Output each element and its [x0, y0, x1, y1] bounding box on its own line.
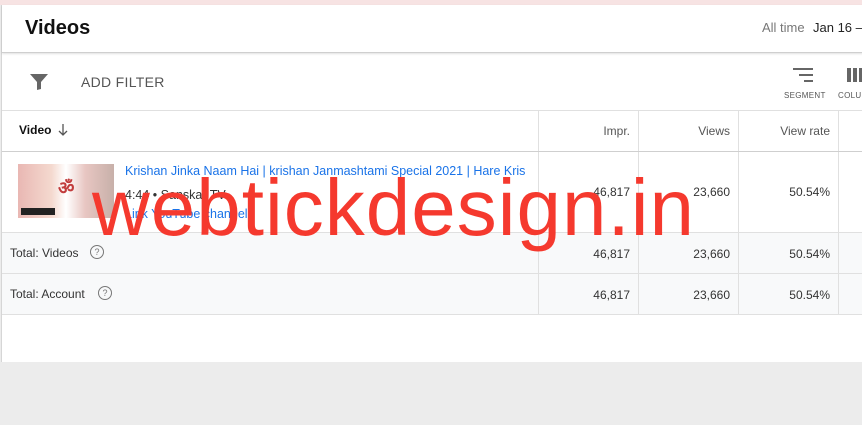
total-videos-views: 23,660: [693, 247, 730, 261]
total-account-view-rate-cell: 50.54%: [738, 274, 838, 314]
total-videos-view-rate-cell: 50.54%: [738, 233, 838, 273]
total-videos-label: Total: Videos: [10, 246, 79, 260]
total-account-impressions: 46,817: [593, 288, 630, 302]
video-cell: ॐ Krishan Jinka Naam Hai | krishan Janma…: [2, 152, 538, 232]
header-impressions[interactable]: Impr.: [538, 110, 638, 151]
video-title-link[interactable]: Krishan Jinka Naam Hai | krishan Janmash…: [125, 164, 538, 178]
column-header-view-rate: View rate: [780, 124, 830, 138]
video-thumbnail[interactable]: ॐ: [18, 164, 114, 218]
views-value: 23,660: [693, 185, 730, 199]
thumbnail-art: ॐ: [58, 178, 75, 198]
header-view-rate[interactable]: View rate: [738, 110, 838, 151]
table-row-total-videos: Total: Videos ? 46,817 23,660 50.54%: [2, 233, 862, 274]
table-header-row: Video Impr. Views View rate: [2, 110, 862, 152]
total-account-label-cell: Total: Account ?: [2, 274, 538, 314]
page-title: Videos: [25, 17, 91, 39]
help-icon[interactable]: ?: [98, 286, 112, 300]
segment-button[interactable]: SEGMENT: [782, 67, 826, 107]
total-account-views: 23,660: [693, 288, 730, 302]
total-account-impressions-cell: 46,817: [538, 274, 638, 314]
columns-button[interactable]: COLUM: [836, 67, 862, 107]
segment-icon: [793, 68, 813, 82]
header-views[interactable]: Views: [638, 110, 738, 151]
column-header-views: Views: [698, 124, 730, 138]
columns-icon: [847, 68, 862, 82]
sort-down-icon: [58, 124, 68, 136]
column-header-video: Video: [19, 123, 52, 137]
videos-card: Videos All time Jan 16 – ADD FILTER SEGM…: [1, 5, 862, 362]
impressions-cell: 46,817: [538, 152, 638, 232]
impressions-value: 46,817: [593, 185, 630, 199]
segment-label: SEGMENT: [784, 91, 826, 100]
view-rate-cell: 50.54%: [738, 152, 838, 232]
filter-toolbar: ADD FILTER SEGMENT COLUM: [2, 53, 862, 111]
period-label: All time: [762, 20, 805, 35]
extra-cell: [838, 152, 862, 232]
extra-cell: [838, 274, 862, 314]
add-filter-button[interactable]: ADD FILTER: [81, 74, 165, 90]
card-header: Videos All time Jan 16 –: [2, 5, 862, 53]
extra-cell: [838, 233, 862, 273]
columns-label: COLUM: [838, 91, 862, 100]
total-videos-impressions-cell: 46,817: [538, 233, 638, 273]
total-videos-views-cell: 23,660: [638, 233, 738, 273]
total-videos-view-rate: 50.54%: [789, 247, 830, 261]
thumbnail-badge: [21, 208, 55, 215]
filter-icon[interactable]: [28, 73, 50, 91]
total-account-label: Total: Account: [10, 287, 85, 301]
total-account-view-rate: 50.54%: [789, 288, 830, 302]
total-videos-impressions: 46,817: [593, 247, 630, 261]
views-cell: 23,660: [638, 152, 738, 232]
header-extra-column: [838, 110, 862, 151]
header-video[interactable]: Video: [2, 110, 538, 151]
column-header-impressions: Impr.: [603, 124, 630, 138]
video-meta: 4:44 • Sanskar TV: [125, 188, 226, 202]
total-videos-label-cell: Total: Videos ?: [2, 233, 538, 273]
total-account-views-cell: 23,660: [638, 274, 738, 314]
table-row-total-account: Total: Account ? 46,817 23,660 50.54%: [2, 274, 862, 315]
view-rate-value: 50.54%: [789, 185, 830, 199]
date-range-selector[interactable]: Jan 16 –: [813, 20, 862, 35]
table-row[interactable]: ॐ Krishan Jinka Naam Hai | krishan Janma…: [2, 152, 862, 233]
channel-link[interactable]: Link YouTube channel: [125, 207, 248, 221]
help-icon[interactable]: ?: [90, 245, 104, 259]
